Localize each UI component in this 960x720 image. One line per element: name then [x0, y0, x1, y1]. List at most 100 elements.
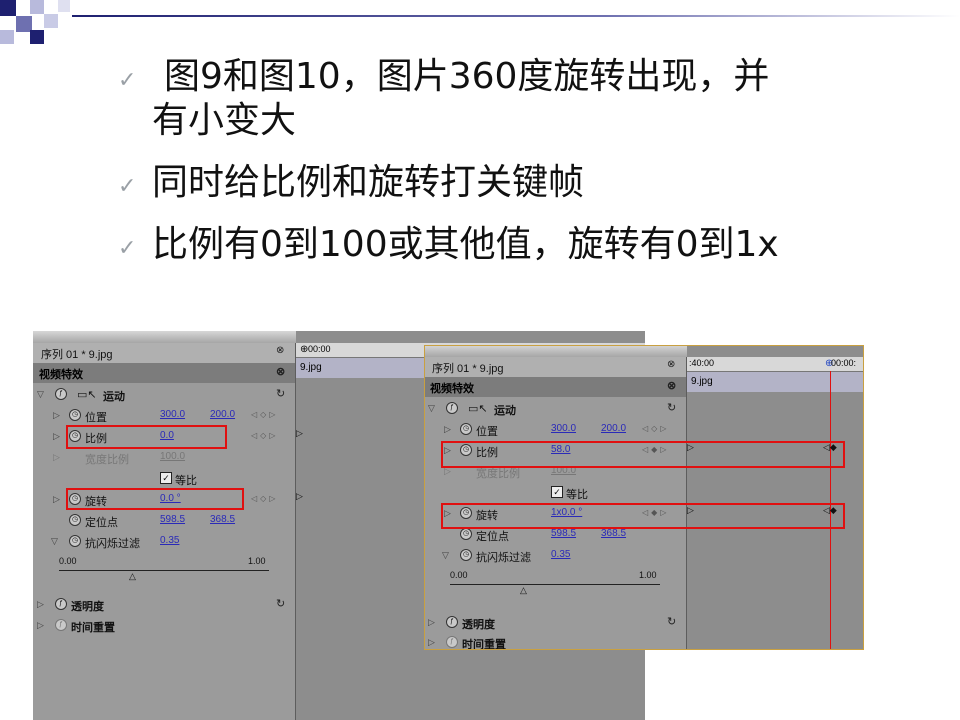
- bullet-list: ✓ 图9和图10，图片360度旋转出现，并 有小变大 ✓ 同时给比例和旋转打关键…: [118, 55, 898, 267]
- keyframe-nav-icon[interactable]: ◁◇▷: [251, 410, 278, 419]
- bullet-text: 比例有0到100或其他值，旋转有0到1x: [152, 224, 779, 265]
- anchor-y-value[interactable]: 368.5: [210, 514, 235, 525]
- slider-min-label: 0.00: [59, 556, 77, 566]
- expand-down-icon[interactable]: ▽: [428, 403, 435, 414]
- expand-right-icon[interactable]: ▷: [37, 620, 44, 631]
- expand-right-icon[interactable]: ▷: [444, 424, 451, 435]
- collapse-icon[interactable]: ⊗: [276, 365, 285, 378]
- uniform-scale-row[interactable]: ✓ 等比: [424, 483, 686, 503]
- position-x-value[interactable]: 300.0: [160, 409, 185, 420]
- stopwatch-icon[interactable]: ◷: [460, 549, 472, 561]
- position-y-value[interactable]: 200.0: [601, 423, 626, 434]
- section-header[interactable]: 视频特效 ⊗: [424, 377, 686, 397]
- motion-row[interactable]: ▽ ƒ ▭↖ 运动 ↻: [424, 399, 686, 419]
- expand-right-icon[interactable]: ▷: [37, 599, 44, 610]
- forward-icon[interactable]: ⊗: [276, 345, 284, 356]
- section-title: 视频特效: [39, 369, 83, 381]
- position-y-value[interactable]: 200.0: [210, 409, 235, 420]
- stopwatch-icon[interactable]: ◷: [69, 409, 81, 421]
- position-x-value[interactable]: 300.0: [551, 423, 576, 434]
- keyframe-nav-icon[interactable]: ◁◇▷: [251, 494, 278, 503]
- keyframe-nav-icon[interactable]: ◁◇▷: [251, 431, 278, 440]
- slider-handle-icon[interactable]: △: [129, 571, 136, 582]
- forward-icon[interactable]: ⊗: [667, 359, 675, 370]
- uniform-label: 等比: [566, 489, 588, 501]
- decor-square: [30, 30, 44, 44]
- expand-right-icon[interactable]: ▷: [53, 410, 60, 421]
- decor-square: [0, 0, 16, 16]
- fx-toggle-icon[interactable]: ƒ: [55, 619, 67, 631]
- expand-down-icon[interactable]: ▽: [442, 550, 449, 561]
- anchor-x-value[interactable]: 598.5: [160, 514, 185, 525]
- slider-max-label: 1.00: [248, 556, 266, 566]
- bullet-item: ✓ 图9和图10，图片360度旋转出现，并 有小变大: [118, 55, 898, 143]
- flicker-slider-row[interactable]: 0.00 1.00 △: [424, 567, 686, 601]
- expand-right-icon[interactable]: ▷: [53, 431, 60, 442]
- stopwatch-icon[interactable]: ◷: [460, 423, 472, 435]
- keyframe-icon[interactable]: ▷: [296, 491, 303, 502]
- reset-icon[interactable]: ↻: [667, 615, 676, 628]
- slider-track[interactable]: [450, 584, 660, 585]
- sequence-row[interactable]: 序列 01 * 9.jpg ⊗: [424, 357, 686, 377]
- position-row[interactable]: ▷ ◷ 位置 300.0 200.0 ◁◇▷: [424, 420, 686, 440]
- slider-handle-icon[interactable]: △: [520, 585, 527, 596]
- opacity-row[interactable]: ▷ ƒ 透明度 ↻: [424, 613, 686, 633]
- timeline-area[interactable]: :40:00 ⊕ 00:00: 9.jpg ▷ ◁◆ ▷ ◁◆: [687, 345, 864, 650]
- width-scale-row: ▷ 宽度比例 100.0: [33, 448, 295, 468]
- time-ruler[interactable]: :40:00 ⊕ 00:00:: [687, 357, 864, 372]
- fx-toggle-icon[interactable]: ƒ: [446, 402, 458, 414]
- motion-label: 运动: [103, 391, 125, 403]
- keyframe-nav-icon[interactable]: ◁◇▷: [642, 424, 669, 433]
- highlight-box: [66, 425, 227, 449]
- flicker-slider-row[interactable]: 0.00 1.00 △: [33, 553, 295, 587]
- uniform-checkbox[interactable]: ✓: [551, 486, 563, 498]
- flicker-value[interactable]: 0.35: [160, 535, 179, 546]
- flicker-row[interactable]: ▽ ◷ 抗闪烁过滤 0.35: [33, 532, 295, 552]
- decor-square: [44, 14, 58, 28]
- reset-icon[interactable]: ↻: [276, 597, 285, 610]
- stopwatch-icon[interactable]: ◷: [460, 528, 472, 540]
- expand-down-icon[interactable]: ▽: [51, 536, 58, 547]
- decor-square: [0, 30, 14, 44]
- sequence-label: 序列 01 * 9.jpg: [432, 363, 504, 375]
- anchor-label: 定位点: [85, 517, 118, 529]
- uniform-checkbox[interactable]: ✓: [160, 472, 172, 484]
- anchor-x-value[interactable]: 598.5: [551, 528, 576, 539]
- anchor-row[interactable]: ◷ 定位点 598.5 368.5: [33, 511, 295, 531]
- fx-toggle-icon[interactable]: ƒ: [446, 636, 458, 648]
- section-title: 视频特效: [430, 383, 474, 395]
- stopwatch-icon[interactable]: ◷: [69, 514, 81, 526]
- clip-bar[interactable]: 9.jpg: [687, 372, 864, 392]
- flicker-row[interactable]: ▽ ◷ 抗闪烁过滤 0.35: [424, 546, 686, 566]
- expand-right-icon[interactable]: ▷: [428, 637, 435, 648]
- time-remap-row[interactable]: ▷ ƒ 时间重置: [33, 616, 295, 636]
- anchor-y-value[interactable]: 368.5: [601, 528, 626, 539]
- reset-icon[interactable]: ↻: [276, 387, 285, 400]
- stopwatch-icon[interactable]: ◷: [69, 535, 81, 547]
- collapse-icon[interactable]: ⊗: [667, 379, 676, 392]
- highlight-box: [66, 488, 244, 510]
- expand-right-icon[interactable]: ▷: [53, 494, 60, 505]
- width-scale-label: 宽度比例: [85, 454, 129, 466]
- position-row[interactable]: ▷ ◷ 位置 300.0 200.0 ◁◇▷: [33, 406, 295, 426]
- fx-toggle-icon[interactable]: ƒ: [446, 616, 458, 628]
- flicker-label: 抗闪烁过滤: [85, 538, 140, 550]
- check-icon: ✓: [118, 236, 137, 261]
- fx-toggle-icon[interactable]: ƒ: [55, 598, 67, 610]
- bullet-text: 图9和图10，图片360度旋转出现，并: [164, 56, 770, 97]
- section-header[interactable]: 视频特效 ⊗: [33, 363, 295, 383]
- time-remap-row[interactable]: ▷ ƒ 时间重置: [424, 633, 686, 650]
- flicker-value[interactable]: 0.35: [551, 549, 570, 560]
- opacity-row[interactable]: ▷ ƒ 透明度 ↻: [33, 595, 295, 615]
- fx-toggle-icon[interactable]: ƒ: [55, 388, 67, 400]
- motion-row[interactable]: ▽ ƒ ▭↖ 运动 ↻: [33, 385, 295, 405]
- uniform-scale-row[interactable]: ✓ 等比: [33, 469, 295, 489]
- expand-down-icon[interactable]: ▽: [37, 389, 44, 400]
- slider-track[interactable]: [59, 570, 269, 571]
- reset-icon[interactable]: ↻: [667, 401, 676, 414]
- keyframe-icon[interactable]: ▷: [296, 428, 303, 439]
- expand-right-icon[interactable]: ▷: [428, 617, 435, 628]
- effect-controls-panel-right: 序列 01 * 9.jpg ⊗ 视频特效 ⊗ ▽ ƒ ▭↖ 运动 ↻ ▷ ◷ 位…: [424, 345, 864, 650]
- sequence-row[interactable]: 序列 01 * 9.jpg ⊗: [33, 343, 295, 363]
- bullet-item: ✓ 同时给比例和旋转打关键帧: [118, 161, 898, 205]
